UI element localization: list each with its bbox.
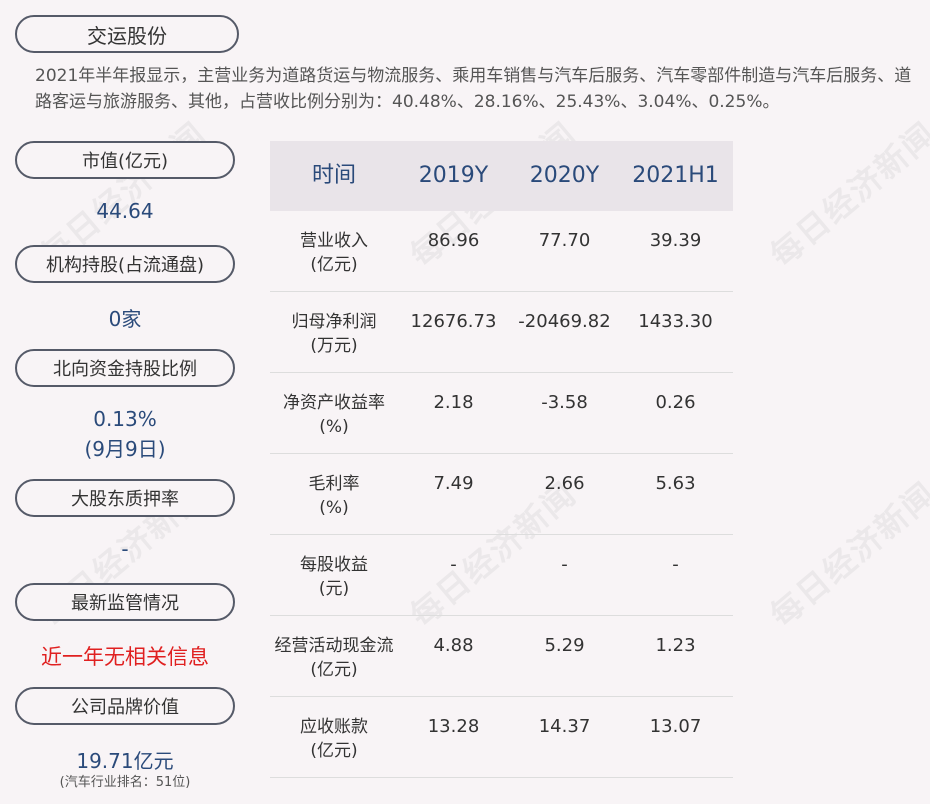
regulation-label: 最新监管情况 [15, 583, 235, 621]
market-cap-value: 44.64 [96, 199, 154, 223]
row-value: 12676.73 [410, 311, 497, 332]
northbound-date: (9月9日) [84, 437, 166, 461]
table-row: 营业收入 (亿元) 86.96 77.70 39.39 [270, 211, 733, 292]
table-row: 归母净利润 (万元) 12676.73 -20469.82 1433.30 [270, 292, 733, 373]
table-row: 毛利率 (%) 7.49 2.66 5.63 [270, 454, 733, 535]
row-unit: (亿元) [310, 741, 358, 761]
row-value: 14.37 [538, 716, 591, 737]
institution-value: 0家 [108, 307, 142, 331]
header-time: 时间 [311, 163, 356, 188]
row-value: 7.49 [433, 473, 474, 494]
pledge-label: 大股东质押率 [15, 479, 235, 517]
row-name: 归母净利润 [291, 312, 377, 332]
row-unit: (万元) [310, 336, 358, 356]
row-value: 1.23 [655, 635, 696, 656]
row-value: 0.26 [655, 392, 696, 413]
row-label: 净资产收益率 (%) [270, 391, 398, 439]
row-value: -3.58 [541, 392, 588, 413]
row-unit: (%) [319, 417, 349, 437]
financial-table: 时间 2019Y 2020Y 2021H1 营业收入 (亿元) 86.96 77.70… [270, 141, 733, 778]
northbound-label: 北向资金持股比例 [15, 349, 235, 387]
market-cap-label: 市值(亿元) [15, 141, 235, 179]
row-value: 4.88 [433, 635, 474, 656]
row-value: 1433.30 [638, 311, 713, 332]
row-label: 应收账款 (亿元) [270, 715, 398, 763]
company-title: 交运股份 [15, 15, 239, 53]
row-label: 经营活动现金流 (亿元) [270, 634, 398, 682]
business-summary: 2021年半年报显示，主营业务为道路货运与物流服务、乘用车销售与汽车后服务、汽车… [35, 66, 912, 112]
row-unit: (%) [319, 498, 349, 518]
header-2020: 2020Y [529, 163, 600, 188]
row-value: 5.29 [544, 635, 585, 656]
row-unit: (亿元) [310, 255, 358, 275]
row-value: 77.70 [538, 230, 591, 251]
row-value: - [672, 554, 679, 575]
watermark: 每日经济新闻 [762, 474, 930, 635]
row-value: 39.39 [649, 230, 702, 251]
row-value: - [450, 554, 457, 575]
row-value: 2.18 [433, 392, 474, 413]
row-value: 86.96 [427, 230, 480, 251]
row-unit: (亿元) [310, 660, 358, 680]
northbound-value: 0.13% [93, 407, 157, 431]
pledge-value: - [121, 537, 129, 561]
row-value: 5.63 [655, 473, 696, 494]
row-label: 每股收益 (元) [270, 553, 398, 601]
row-value: 2.66 [544, 473, 585, 494]
row-label: 营业收入 (亿元) [270, 229, 398, 277]
row-value: 13.28 [427, 716, 480, 737]
row-name: 毛利率 [308, 474, 360, 494]
row-name: 经营活动现金流 [274, 636, 394, 656]
row-name: 应收账款 [300, 717, 368, 737]
row-name: 营业收入 [300, 231, 368, 251]
brand-label: 公司品牌价值 [15, 687, 235, 725]
row-value: - [561, 554, 568, 575]
row-value: -20469.82 [518, 311, 611, 332]
watermark: 每日经济新闻 [762, 114, 930, 275]
table-row: 应收账款 (亿元) 13.28 14.37 13.07 [270, 697, 733, 778]
brand-value: 19.71亿元 [76, 749, 174, 773]
table-header: 时间 2019Y 2020Y 2021H1 [270, 141, 733, 211]
header-2021h1: 2021H1 [632, 163, 719, 188]
row-value: 13.07 [649, 716, 702, 737]
table-row: 净资产收益率 (%) 2.18 -3.58 0.26 [270, 373, 733, 454]
header-2019: 2019Y [418, 163, 489, 188]
row-name: 每股收益 [300, 555, 368, 575]
institution-label: 机构持股(占流通盘) [15, 245, 235, 283]
regulation-value: 近一年无相关信息 [41, 645, 209, 669]
row-unit: (元) [318, 579, 350, 599]
row-label: 归母净利润 (万元) [270, 310, 398, 358]
row-name: 净资产收益率 [283, 393, 385, 413]
table-row: 经营活动现金流 (亿元) 4.88 5.29 1.23 [270, 616, 733, 697]
row-label: 毛利率 (%) [270, 472, 398, 520]
table-row: 每股收益 (元) - - - [270, 535, 733, 616]
brand-note: (汽车行业排名：51位) [59, 775, 191, 790]
